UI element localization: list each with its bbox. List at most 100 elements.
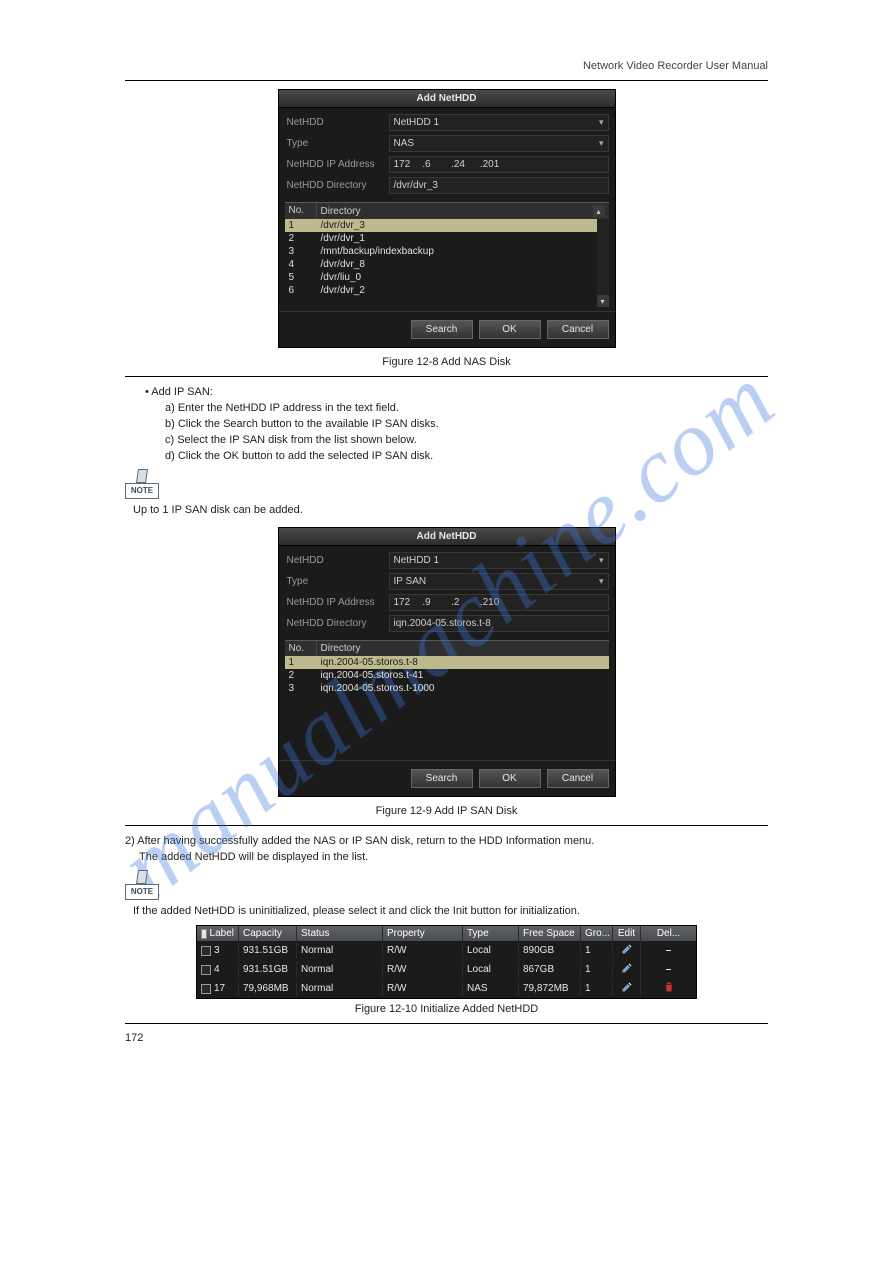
directory-table: No. Directory 1 iqn.2004-05.storos.t-8 2… — [285, 640, 609, 756]
checkbox-all[interactable] — [201, 929, 207, 939]
table-row[interactable]: 3 /mnt/backup/indexbackup — [285, 245, 609, 258]
ip-input[interactable]: 172 .6 .24 .201 — [389, 156, 609, 173]
directory-input[interactable]: /dvr/dvr_3 — [389, 177, 609, 194]
row-checkbox[interactable] — [201, 984, 211, 994]
type-label: Type — [285, 576, 389, 587]
step2-line2: The added NetHDD will be displayed in th… — [139, 850, 768, 866]
note-icon: NOTE — [125, 469, 161, 499]
row-dir: iqn.2004-05.storos.t-1000 — [317, 682, 609, 695]
delete-disabled-icon: – — [666, 945, 672, 956]
edit-icon[interactable] — [621, 981, 633, 993]
delete-disabled-icon: – — [666, 964, 672, 975]
step-a: a) Enter the NetHDD IP address in the te… — [165, 401, 768, 417]
edit-icon[interactable] — [621, 962, 633, 974]
dialog-title: Add NetHDD — [279, 90, 615, 108]
table-row[interactable]: 2 iqn.2004-05.storos.t-41 — [285, 669, 609, 682]
col-dir-header: Directory — [321, 643, 361, 654]
add-nethdd-dialog-nas: Add NetHDD NetHDD NetHDD 1 ▾ Type NAS ▾ … — [278, 89, 616, 348]
type-select[interactable]: IP SAN ▾ — [389, 573, 609, 590]
chevron-down-icon: ▾ — [595, 576, 604, 587]
table-row[interactable]: 3 iqn.2004-05.storos.t-1000 — [285, 682, 609, 695]
row-no: 1 — [285, 219, 317, 232]
type-select[interactable]: NAS ▾ — [389, 135, 609, 152]
note-icon: NOTE — [125, 870, 161, 900]
directory-label: NetHDD Directory — [285, 180, 389, 191]
hdd-row[interactable]: 17 79,968MB Normal R/W NAS 79,872MB 1 — [197, 979, 696, 998]
row-dir: /mnt/backup/indexbackup — [317, 245, 609, 258]
scrollbar[interactable]: ▾ — [597, 219, 609, 307]
row-dir: /dvr/dvr_2 — [317, 284, 609, 297]
row-no: 2 — [285, 232, 317, 245]
type-label: Type — [285, 138, 389, 149]
step2-line1: 2) After having successfully added the N… — [125, 834, 768, 850]
row-label: 17 — [214, 983, 225, 994]
col-no-header: No. — [285, 641, 317, 656]
ip-seg-1: 172 — [394, 597, 420, 608]
top-rule — [125, 80, 768, 81]
trash-icon[interactable] — [663, 985, 675, 996]
ok-button[interactable]: OK — [479, 320, 541, 339]
table-row[interactable]: 2 /dvr/dvr_1 — [285, 232, 609, 245]
hdd-info-table: Label Capacity Status Property Type Free… — [196, 925, 697, 999]
type-value: NAS — [394, 138, 415, 149]
search-button[interactable]: Search — [411, 769, 473, 788]
table-row[interactable]: 4 /dvr/dvr_8 — [285, 258, 609, 271]
row-property: R/W — [383, 962, 463, 977]
scroll-up-icon[interactable]: ▴ — [593, 205, 605, 217]
edit-icon[interactable] — [621, 943, 633, 955]
search-button[interactable]: Search — [411, 320, 473, 339]
col-dir-header: Directory — [321, 206, 361, 217]
cancel-button[interactable]: Cancel — [547, 320, 609, 339]
ip-label: NetHDD IP Address — [285, 597, 389, 608]
row-status: Normal — [297, 981, 383, 996]
table-row[interactable]: 1 iqn.2004-05.storos.t-8 — [285, 656, 609, 669]
cancel-button[interactable]: Cancel — [547, 769, 609, 788]
chevron-down-icon: ▾ — [595, 555, 604, 566]
row-dir: /dvr/dvr_1 — [317, 232, 609, 245]
directory-table: No. Directory ▴ 1 /dvr/dvr_3 2 /dvr/dvr_… — [285, 202, 609, 307]
nethdd-label: NetHDD — [285, 117, 389, 128]
row-no: 5 — [285, 271, 317, 284]
hdd-row[interactable]: 4 931.51GB Normal R/W Local 867GB 1 – — [197, 960, 696, 979]
nethdd-select[interactable]: NetHDD 1 ▾ — [389, 114, 609, 131]
ip-seg-4: .201 — [480, 159, 506, 170]
figure-caption-3: Figure 12-10 Initialize Added NetHDD — [125, 1003, 768, 1015]
row-no: 6 — [285, 284, 317, 297]
row-checkbox[interactable] — [201, 946, 211, 956]
row-property: R/W — [383, 981, 463, 996]
directory-value: /dvr/dvr_3 — [394, 180, 438, 191]
row-dir: iqn.2004-05.storos.t-8 — [317, 656, 609, 669]
chevron-down-icon: ▾ — [595, 117, 604, 128]
ok-button[interactable]: OK — [479, 769, 541, 788]
note-icon-text: NOTE — [125, 483, 159, 499]
table-row[interactable]: 1 /dvr/dvr_3 — [285, 219, 609, 232]
col-label: Label — [210, 928, 234, 939]
col-edit: Edit — [613, 926, 641, 941]
col-del: Del... — [641, 926, 696, 941]
row-group: 1 — [581, 981, 613, 996]
col-status: Status — [297, 926, 383, 941]
type-value: IP SAN — [394, 576, 427, 587]
scroll-down-icon[interactable]: ▾ — [597, 295, 609, 307]
nethdd-select[interactable]: NetHDD 1 ▾ — [389, 552, 609, 569]
table-row[interactable]: 6 /dvr/dvr_2 — [285, 284, 609, 297]
row-group: 1 — [581, 943, 613, 958]
nethdd-label: NetHDD — [285, 555, 389, 566]
row-dir: /dvr/liu_0 — [317, 271, 609, 284]
row-property: R/W — [383, 943, 463, 958]
ip-label: NetHDD IP Address — [285, 159, 389, 170]
row-checkbox[interactable] — [201, 965, 211, 975]
nethdd-value: NetHDD 1 — [394, 555, 440, 566]
ip-input[interactable]: 172 .9 .2 .210 — [389, 594, 609, 611]
row-no: 2 — [285, 669, 317, 682]
doc-header: Network Video Recorder User Manual — [125, 60, 768, 72]
hdd-row[interactable]: 3 931.51GB Normal R/W Local 890GB 1 – — [197, 941, 696, 960]
directory-input[interactable]: iqn.2004-05.storos.t-8 — [389, 615, 609, 632]
step-d: d) Click the OK button to add the select… — [165, 449, 768, 465]
row-no: 4 — [285, 258, 317, 271]
row-no: 3 — [285, 682, 317, 695]
row-dir: iqn.2004-05.storos.t-41 — [317, 669, 609, 682]
col-no-header: No. — [285, 203, 317, 219]
col-capacity: Capacity — [239, 926, 297, 941]
table-row[interactable]: 5 /dvr/liu_0 — [285, 271, 609, 284]
